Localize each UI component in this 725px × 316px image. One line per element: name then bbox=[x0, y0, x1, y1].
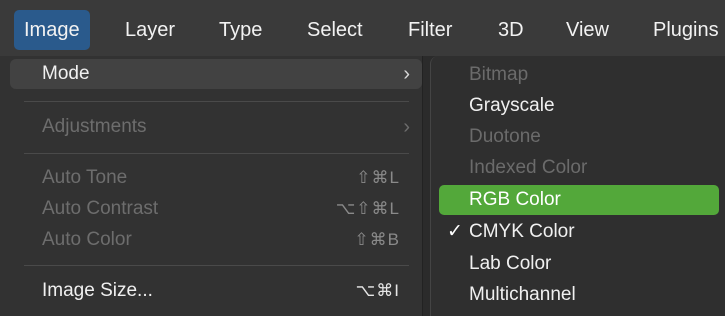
submenu-item-label: Indexed Color bbox=[469, 157, 588, 178]
submenu-item-cmyk-color[interactable]: ✓ CMYK Color bbox=[439, 217, 719, 247]
menu-item-image-size[interactable]: Image Size... ⌥⌘I bbox=[10, 276, 422, 306]
menu-layer[interactable]: Layer bbox=[125, 10, 175, 50]
submenu-item-label: CMYK Color bbox=[469, 221, 575, 242]
checkmark-icon: ✓ bbox=[447, 221, 463, 242]
shortcut-label: ⌥⌘I bbox=[355, 281, 400, 300]
chevron-right-icon: › bbox=[403, 63, 410, 85]
shortcut-label: ⇧⌘B bbox=[354, 230, 400, 249]
submenu-item-grayscale[interactable]: Grayscale bbox=[439, 91, 719, 121]
submenu-item-label: Lab Color bbox=[469, 253, 552, 274]
menu-item-label: Auto Tone bbox=[42, 167, 128, 188]
submenu-item-label: Multichannel bbox=[469, 284, 576, 305]
menu-bar: Image Layer Type Select Filter 3D View P… bbox=[0, 0, 725, 56]
submenu-item-label: Bitmap bbox=[469, 64, 529, 85]
menu-item-label: Auto Color bbox=[42, 229, 132, 250]
chevron-right-icon: › bbox=[403, 116, 410, 138]
menu-item-label: Image Size... bbox=[42, 280, 153, 301]
menu-select[interactable]: Select bbox=[307, 10, 363, 50]
submenu-item-label: Grayscale bbox=[469, 95, 555, 116]
separator bbox=[24, 101, 409, 102]
menu-item-label: Adjustments bbox=[42, 116, 147, 137]
menu-type[interactable]: Type bbox=[219, 10, 262, 50]
menu-filter[interactable]: Filter bbox=[408, 10, 452, 50]
submenu-item-label: RGB Color bbox=[469, 189, 561, 210]
submenu-item-multichannel[interactable]: Multichannel bbox=[439, 280, 719, 310]
submenu-item-bitmap: Bitmap bbox=[439, 60, 719, 90]
menu-item-auto-tone: Auto Tone ⇧⌘L bbox=[10, 163, 422, 193]
menu-item-label: Auto Contrast bbox=[42, 198, 159, 219]
shortcut-label: ⌥⇧⌘L bbox=[335, 199, 400, 218]
menu-item-auto-contrast: Auto Contrast ⌥⇧⌘L bbox=[10, 194, 422, 224]
mode-submenu: Bitmap Grayscale Duotone Indexed Color R… bbox=[430, 56, 725, 316]
submenu-item-label: Duotone bbox=[469, 126, 541, 147]
menu-item-auto-color: Auto Color ⇧⌘B bbox=[10, 225, 422, 255]
menu-3d[interactable]: 3D bbox=[498, 10, 524, 50]
image-menu: Mode › Adjustments › Auto Tone ⇧⌘L Auto … bbox=[0, 56, 423, 316]
menu-plugins[interactable]: Plugins bbox=[653, 10, 719, 50]
submenu-item-duotone: Duotone bbox=[439, 122, 719, 152]
menu-item-mode[interactable]: Mode › bbox=[10, 59, 422, 89]
submenu-item-indexed-color: Indexed Color bbox=[439, 153, 719, 183]
menu-view[interactable]: View bbox=[566, 10, 609, 50]
separator bbox=[24, 153, 409, 154]
submenu-item-rgb-color[interactable]: RGB Color bbox=[439, 185, 719, 215]
menu-item-adjustments: Adjustments › bbox=[10, 112, 422, 142]
submenu-item-lab-color[interactable]: Lab Color bbox=[439, 249, 719, 279]
separator bbox=[24, 265, 409, 266]
menu-image[interactable]: Image bbox=[14, 10, 90, 50]
shortcut-label: ⇧⌘L bbox=[356, 168, 400, 187]
menu-item-label: Mode bbox=[42, 63, 90, 84]
